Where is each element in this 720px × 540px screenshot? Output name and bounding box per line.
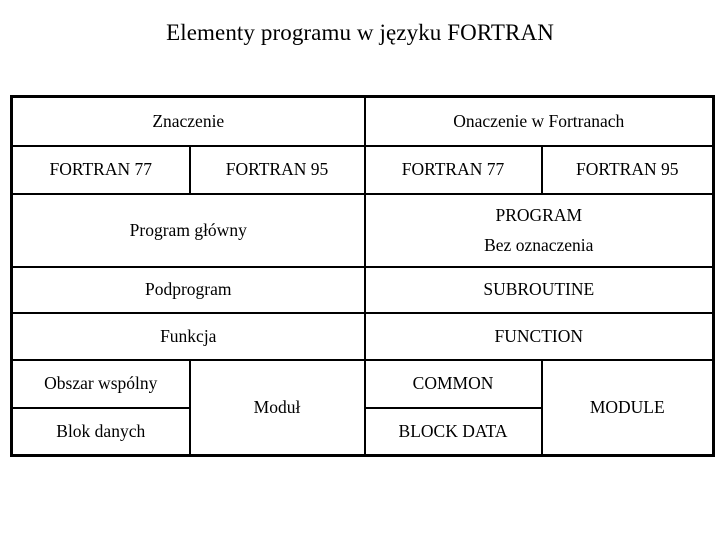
cell-fortran-block-data: BLOCK DATA	[363, 406, 543, 457]
cell-fortran-common: COMMON	[363, 358, 543, 409]
cell-fortran-function: FUNCTION	[363, 311, 715, 361]
cell-meaning-modul: Moduł	[188, 358, 366, 457]
slide-root: Elementy programu w języku FORTRAN Znacz…	[0, 0, 720, 540]
cell-text-program-keyword: PROGRAM	[495, 204, 583, 225]
table-row-obszar-wspolny: Obszar wspólny Moduł COMMON MODULE	[10, 358, 715, 457]
table-row-group-headers: Znaczenie Onaczenie w Fortranach	[10, 95, 715, 147]
column-header-left-fortran-77: FORTRAN 77	[10, 144, 191, 195]
fortran-elements-table-container: Znaczenie Onaczenie w Fortranach FORTRAN…	[10, 95, 716, 457]
cell-fortran-module: MODULE	[540, 358, 715, 457]
cell-meaning-obszar-wspolny: Obszar wspólny	[10, 358, 191, 409]
table-row-sub-headers: FORTRAN 77 FORTRAN 95 FORTRAN 77 FORTRAN…	[10, 144, 715, 195]
cell-meaning-blok-danych: Blok danych	[10, 406, 191, 457]
cell-meaning-funkcja: Funkcja	[10, 311, 366, 361]
cell-meaning-podprogram: Podprogram	[10, 265, 366, 314]
table-row-funkcja: Funkcja FUNCTION	[10, 311, 715, 361]
table-row-program-glowny: Program główny PROGRAM Bez oznaczenia	[10, 192, 715, 268]
cell-fortran-subroutine: SUBROUTINE	[363, 265, 715, 314]
table-row-podprogram: Podprogram SUBROUTINE	[10, 265, 715, 314]
column-header-right-fortran-77: FORTRAN 77	[363, 144, 543, 195]
fortran-elements-table: Znaczenie Onaczenie w Fortranach FORTRAN…	[10, 95, 716, 457]
column-header-left-fortran-95: FORTRAN 95	[188, 144, 366, 195]
cell-meaning-program-glowny: Program główny	[10, 192, 366, 268]
column-header-right-fortran-95: FORTRAN 95	[540, 144, 715, 195]
group-header-onaczenie: Onaczenie w Fortranach	[363, 95, 715, 147]
page-title: Elementy programu w języku FORTRAN	[166, 20, 554, 45]
group-header-znaczenie: Znaczenie	[10, 95, 366, 147]
cell-fortran-program-glowny: PROGRAM Bez oznaczenia	[363, 192, 715, 268]
cell-text-program-bez-oznaczenia: Bez oznaczenia	[484, 234, 594, 255]
